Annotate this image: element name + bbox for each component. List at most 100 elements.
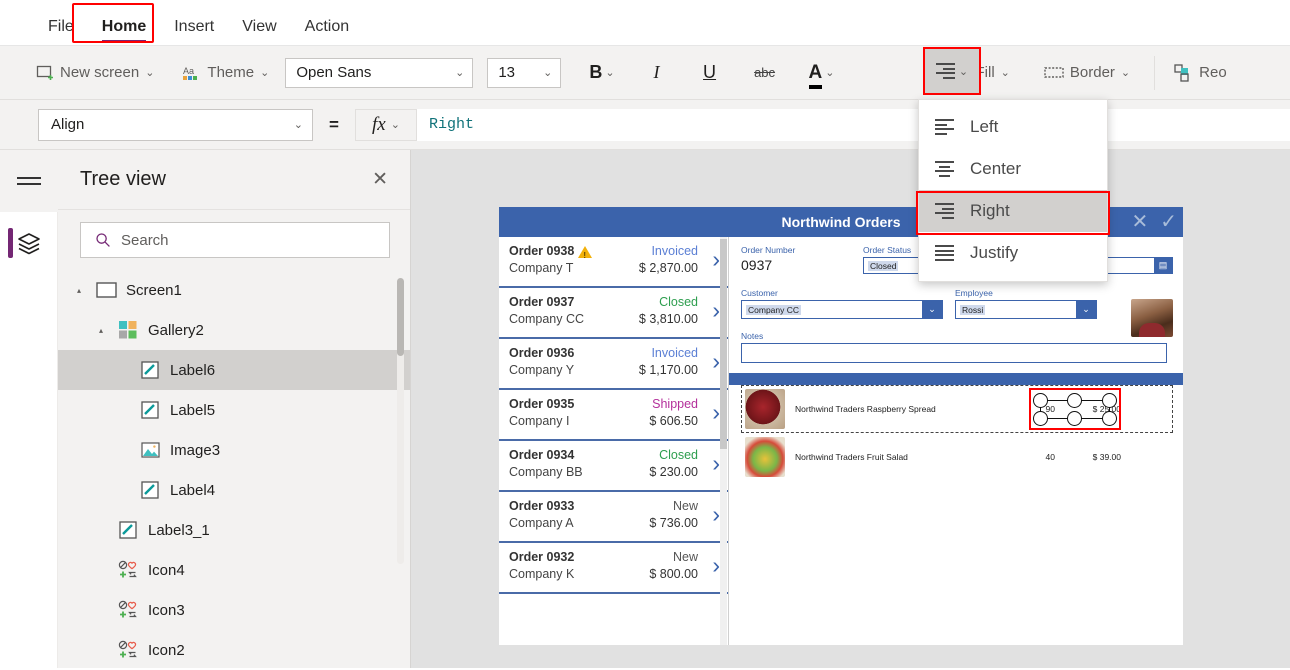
icon-icon [117, 560, 139, 580]
employee-value: Rossi [960, 304, 986, 315]
close-icon[interactable]: ✕ [372, 170, 388, 189]
tree-node-label: Screen1 [126, 281, 182, 299]
font-family-value: Open Sans [296, 64, 372, 81]
customer-select[interactable]: Company CC ⌄ [741, 300, 943, 319]
customer-label: Customer [741, 288, 778, 298]
align-right-icon [935, 201, 954, 221]
align-option-justify[interactable]: Justify [919, 232, 1107, 274]
hamburger-menu-button[interactable] [0, 150, 58, 212]
order-status: Closed [659, 295, 698, 309]
menu-item-action[interactable]: Action [291, 19, 363, 45]
italic-button[interactable]: I [640, 56, 674, 90]
chevron-right-icon[interactable]: › [712, 299, 720, 322]
menu-item-file[interactable]: File [34, 19, 88, 45]
search-placeholder: Search [121, 231, 169, 249]
chevron-right-icon[interactable]: › [712, 401, 720, 424]
strikethrough-button[interactable]: abc [748, 56, 782, 90]
fx-button[interactable]: fx ⌄ [354, 108, 417, 141]
formula-input[interactable]: Right [416, 108, 1290, 141]
gallery-item[interactable]: Order 0936 Company Y Invoiced $ 1,170.00… [499, 339, 728, 390]
order-number: Order 0937 [509, 294, 639, 311]
tree-scrollbar[interactable] [397, 278, 404, 564]
gallery-scrollbar-thumb[interactable] [720, 239, 727, 449]
check-icon[interactable]: ✓ [1160, 212, 1177, 232]
order-amount: $ 230.00 [649, 465, 698, 479]
theme-label: Theme [207, 64, 255, 81]
search-input[interactable]: Search [80, 222, 390, 258]
chevron-right-icon[interactable]: › [712, 503, 720, 526]
align-option-left-label: Left [970, 117, 999, 136]
chevron-down-icon: ⌄ [455, 67, 465, 79]
calendar-icon[interactable]: ▤ [1154, 258, 1172, 273]
tree-node-gallery2[interactable]: ▴ Gallery2 [58, 310, 410, 350]
tree-node-icon4[interactable]: Icon4 [58, 550, 410, 590]
order-detail-row[interactable]: Northwind Traders Raspberry Spread 90 $ … [741, 385, 1173, 433]
gallery-item[interactable]: Order 0933 Company A New $ 736.00 › [499, 492, 728, 543]
new-screen-button[interactable]: New screen ⌄ [28, 60, 162, 86]
notes-input[interactable] [741, 343, 1167, 363]
menu-item-insert[interactable]: Insert [160, 19, 228, 45]
tree-node-label4[interactable]: Label4 [58, 470, 410, 510]
align-toolbar-button[interactable]: ⌄ [923, 47, 981, 95]
tree-node-image3[interactable]: Image3 [58, 430, 410, 470]
tree-node-screen1[interactable]: ▴ Screen1 [58, 270, 410, 310]
align-option-right[interactable]: Right [919, 190, 1107, 232]
order-status: Invoiced [651, 244, 698, 258]
company-name: Company Y [509, 363, 575, 377]
underline-button[interactable]: U [693, 56, 727, 90]
label-icon [139, 400, 161, 420]
gallery-scrollbar[interactable] [720, 237, 727, 645]
expander-icon[interactable]: ▴ [94, 326, 108, 335]
chevron-down-icon[interactable]: ⌄ [922, 301, 942, 318]
menu-item-home[interactable]: Home [88, 19, 160, 45]
chevron-right-icon[interactable]: › [712, 554, 720, 577]
order-amount: $ 2,870.00 [638, 261, 698, 275]
gallery-item[interactable]: Order 0934 Company BB Closed $ 230.00 › [499, 441, 728, 492]
tree-view-rail-button[interactable] [0, 212, 58, 274]
align-option-left[interactable]: Left [919, 106, 1107, 148]
menu-item-view[interactable]: View [228, 19, 290, 45]
expander-icon[interactable]: ▴ [72, 286, 86, 295]
tree-node-label5[interactable]: Label5 [58, 390, 410, 430]
handle-line [1040, 418, 1110, 420]
order-detail-row[interactable]: Northwind Traders Fruit Salad 40 $ 39.00 [741, 433, 1173, 481]
bold-button[interactable]: B ⌄ [583, 56, 620, 90]
align-left-icon [935, 117, 954, 137]
order-details-header-bar [729, 373, 1183, 385]
company-name: Company CC [509, 312, 585, 326]
reorder-button[interactable]: Reo [1165, 59, 1235, 87]
tree-node-label: Label4 [170, 481, 216, 499]
tree-node-label6[interactable]: Label6 [58, 350, 410, 390]
tree-scrollbar-thumb[interactable] [397, 278, 404, 356]
tree-node-icon3[interactable]: Icon3 [58, 590, 410, 630]
chevron-right-icon[interactable]: › [712, 248, 720, 271]
gallery-item[interactable]: Order 0935 Company I Shipped $ 606.50 › [499, 390, 728, 441]
tree-node-icon2[interactable]: Icon2 [58, 630, 410, 670]
border-button[interactable]: Border ⌄ [1036, 60, 1138, 86]
gallery-item[interactable]: Order 0932 Company K New $ 800.00 › [499, 543, 728, 594]
gallery-item[interactable]: Order 0937 Company CC Closed $ 3,810.00 … [499, 288, 728, 339]
tree-node-label3-1[interactable]: Label3_1 [58, 510, 410, 550]
chevron-right-icon[interactable]: › [712, 350, 720, 373]
theme-button[interactable]: Aa Theme ⌄ [174, 60, 277, 86]
product-price: $ 25.00 [1092, 404, 1121, 414]
align-option-center[interactable]: Center [919, 148, 1107, 190]
property-select[interactable]: Align ⌄ [38, 108, 313, 141]
order-number-text: Order 0937 [509, 295, 575, 309]
close-icon[interactable]: ✕ [1131, 212, 1148, 232]
tree-search-row: Search [58, 210, 410, 270]
gallery-item[interactable]: Order 0938 Company T Invoiced $ 2,870.00… [499, 237, 728, 288]
chevron-down-icon[interactable]: ⌄ [1076, 301, 1096, 318]
employee-select[interactable]: Rossi ⌄ [955, 300, 1097, 319]
font-family-select[interactable]: Open Sans ⌄ [285, 57, 474, 88]
image-icon [139, 440, 161, 460]
chevron-down-icon: ⌄ [260, 67, 270, 79]
left-rail [0, 150, 58, 668]
bold-icon: B [589, 62, 603, 82]
order-number-text: Order 0934 [509, 448, 575, 462]
font-color-button[interactable]: A ⌄ [803, 56, 841, 90]
chevron-down-icon: ⌄ [958, 65, 969, 78]
font-size-select[interactable]: 13 ⌄ [487, 57, 562, 88]
chevron-down-icon: ⌄ [825, 67, 835, 79]
chevron-right-icon[interactable]: › [712, 452, 720, 475]
